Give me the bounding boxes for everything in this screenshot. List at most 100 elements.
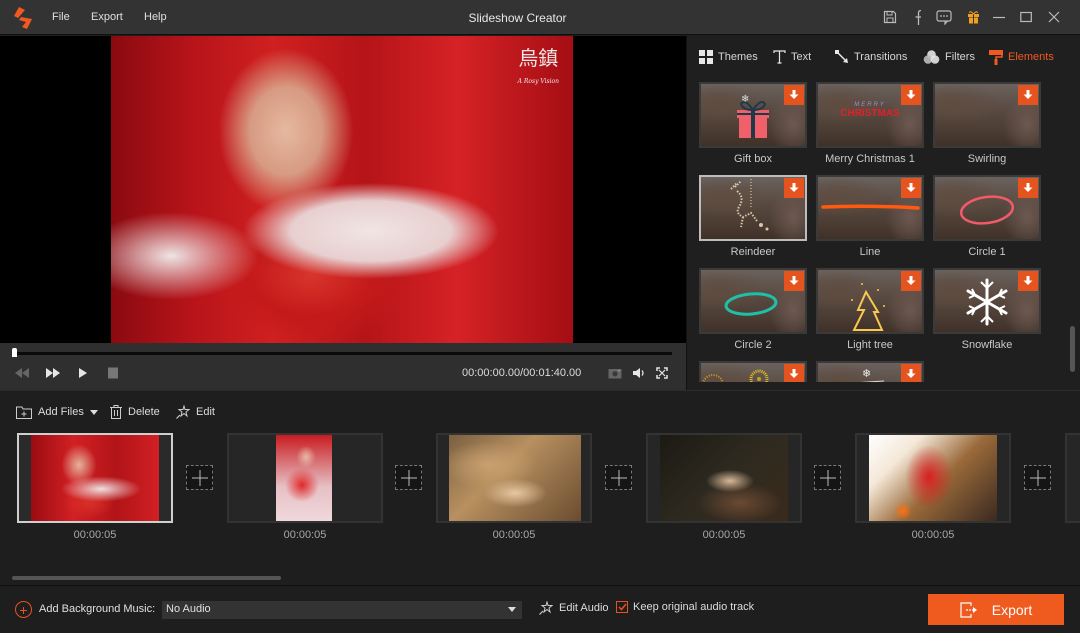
timeline: 00:00:05 00:00:05 00:00:05 00:00:05 00:0… — [0, 430, 1080, 585]
close-icon[interactable] — [1046, 9, 1062, 25]
export-button[interactable]: Export — [928, 594, 1064, 625]
svg-text:❄: ❄ — [862, 368, 871, 380]
fullscreen-icon[interactable] — [656, 365, 668, 381]
element-item[interactable]: Light tree — [816, 268, 924, 356]
download-icon[interactable] — [901, 85, 921, 105]
element-label: Circle 2 — [734, 339, 772, 351]
filters-icon — [923, 50, 940, 64]
elements-grid: ❄ Gift box MERRY CHRISTMAS Merry Christm… — [699, 82, 1049, 382]
clip-duration: 00:00:05 — [492, 529, 536, 541]
element-thumbnail[interactable]: MERRY CHRISTMAS — [816, 82, 924, 148]
download-icon[interactable] — [1018, 85, 1038, 105]
seek-bar[interactable] — [12, 352, 672, 355]
add-folder-icon — [16, 406, 32, 419]
download-icon[interactable] — [784, 178, 804, 198]
element-thumbnail[interactable] — [699, 268, 807, 334]
clip-duration: 00:00:05 — [73, 529, 117, 541]
tab-elements[interactable]: Elements — [989, 48, 1054, 66]
download-icon[interactable] — [901, 271, 921, 291]
timeline-clip[interactable] — [855, 433, 1011, 523]
element-item[interactable]: Line — [816, 175, 924, 263]
element-item[interactable]: Circle 2 — [699, 268, 807, 356]
feedback-icon[interactable] — [936, 9, 952, 25]
plus-icon — [819, 469, 836, 486]
bottom-bar: + Add Background Music: No Audio Edit Au… — [0, 585, 1080, 633]
add-transition-button[interactable] — [395, 465, 422, 490]
download-icon[interactable] — [784, 364, 804, 382]
gift-icon[interactable] — [965, 9, 981, 25]
fast-forward-icon[interactable] — [45, 365, 61, 381]
element-thumbnail[interactable]: ❄ — [816, 361, 924, 382]
delete-button[interactable]: Delete — [110, 403, 160, 421]
seek-thumb[interactable] — [12, 348, 17, 357]
element-thumbnail[interactable] — [816, 175, 924, 241]
element-label: Circle 1 — [968, 246, 1006, 258]
element-item[interactable]: Reindeer — [699, 175, 807, 263]
transitions-icon — [835, 50, 848, 63]
element-label: Line — [859, 246, 881, 258]
volume-icon[interactable] — [632, 365, 646, 381]
add-files-button[interactable]: Add Files — [16, 403, 98, 421]
element-item[interactable]: ❄ — [816, 361, 924, 382]
add-transition-button[interactable] — [186, 465, 213, 490]
minimize-icon[interactable] — [991, 9, 1007, 25]
element-item[interactable]: MERRY CHRISTMAS Merry Christmas 1 — [816, 82, 924, 170]
download-icon[interactable] — [901, 178, 921, 198]
tab-filters-label: Filters — [945, 51, 975, 63]
rewind-icon[interactable] — [14, 365, 30, 381]
element-item[interactable] — [699, 361, 807, 382]
tab-transitions[interactable]: Transitions — [835, 48, 907, 66]
element-thumbnail[interactable] — [699, 361, 807, 382]
timeline-clip[interactable] — [646, 433, 802, 523]
element-thumbnail[interactable]: ❄ — [699, 82, 807, 148]
element-thumbnail[interactable] — [933, 175, 1041, 241]
clip-thumbnail — [31, 435, 159, 521]
checkbox[interactable] — [616, 601, 628, 613]
play-icon[interactable] — [78, 365, 88, 381]
export-icon — [960, 601, 977, 618]
clip-thumbnail — [276, 435, 332, 521]
add-music-icon[interactable]: + — [15, 601, 32, 618]
timeline-clip[interactable] — [436, 433, 592, 523]
element-thumbnail[interactable] — [933, 82, 1041, 148]
element-item[interactable]: Snowflake — [933, 268, 1041, 356]
tab-themes[interactable]: Themes — [699, 48, 758, 66]
download-icon[interactable] — [784, 271, 804, 291]
timeline-scrollbar[interactable] — [12, 576, 281, 580]
text-icon — [773, 50, 786, 64]
timeline-clip[interactable] — [227, 433, 383, 523]
maximize-icon[interactable] — [1018, 9, 1034, 25]
tab-text[interactable]: Text — [773, 48, 811, 66]
timeline-clip[interactable] — [17, 433, 173, 523]
audio-select[interactable]: No Audio — [162, 601, 522, 619]
title-bar: File Export Help Slideshow Creator — [0, 0, 1080, 35]
stop-icon[interactable] — [108, 365, 118, 381]
magic-wand-icon — [539, 601, 553, 615]
element-item[interactable]: ❄ Gift box — [699, 82, 807, 170]
download-icon[interactable] — [1018, 271, 1038, 291]
tab-filters[interactable]: Filters — [923, 48, 975, 66]
elements-scrollbar[interactable] — [1070, 326, 1075, 372]
keep-original-audio-checkbox[interactable]: Keep original audio track — [616, 601, 754, 613]
download-icon[interactable] — [901, 364, 921, 382]
add-transition-button[interactable] — [814, 465, 841, 490]
timeline-clip-partial[interactable] — [1065, 433, 1080, 523]
clip-thumbnail — [449, 435, 581, 521]
tab-text-label: Text — [791, 51, 812, 63]
download-icon[interactable] — [784, 85, 804, 105]
add-transition-button[interactable] — [605, 465, 632, 490]
download-icon[interactable] — [1018, 178, 1038, 198]
element-thumbnail[interactable] — [699, 175, 807, 241]
save-icon[interactable] — [882, 9, 898, 25]
add-transition-button[interactable] — [1024, 465, 1051, 490]
element-label: Gift box — [734, 153, 772, 165]
element-thumbnail[interactable] — [933, 268, 1041, 334]
edit-button[interactable]: Edit — [176, 403, 215, 421]
element-item[interactable]: Circle 1 — [933, 175, 1041, 263]
snapshot-icon[interactable] — [608, 365, 622, 381]
tab-transitions-label: Transitions — [854, 51, 908, 63]
facebook-icon[interactable] — [909, 9, 925, 25]
edit-audio-button[interactable]: Edit Audio — [539, 601, 609, 615]
element-thumbnail[interactable] — [816, 268, 924, 334]
element-item[interactable]: Swirling — [933, 82, 1041, 170]
